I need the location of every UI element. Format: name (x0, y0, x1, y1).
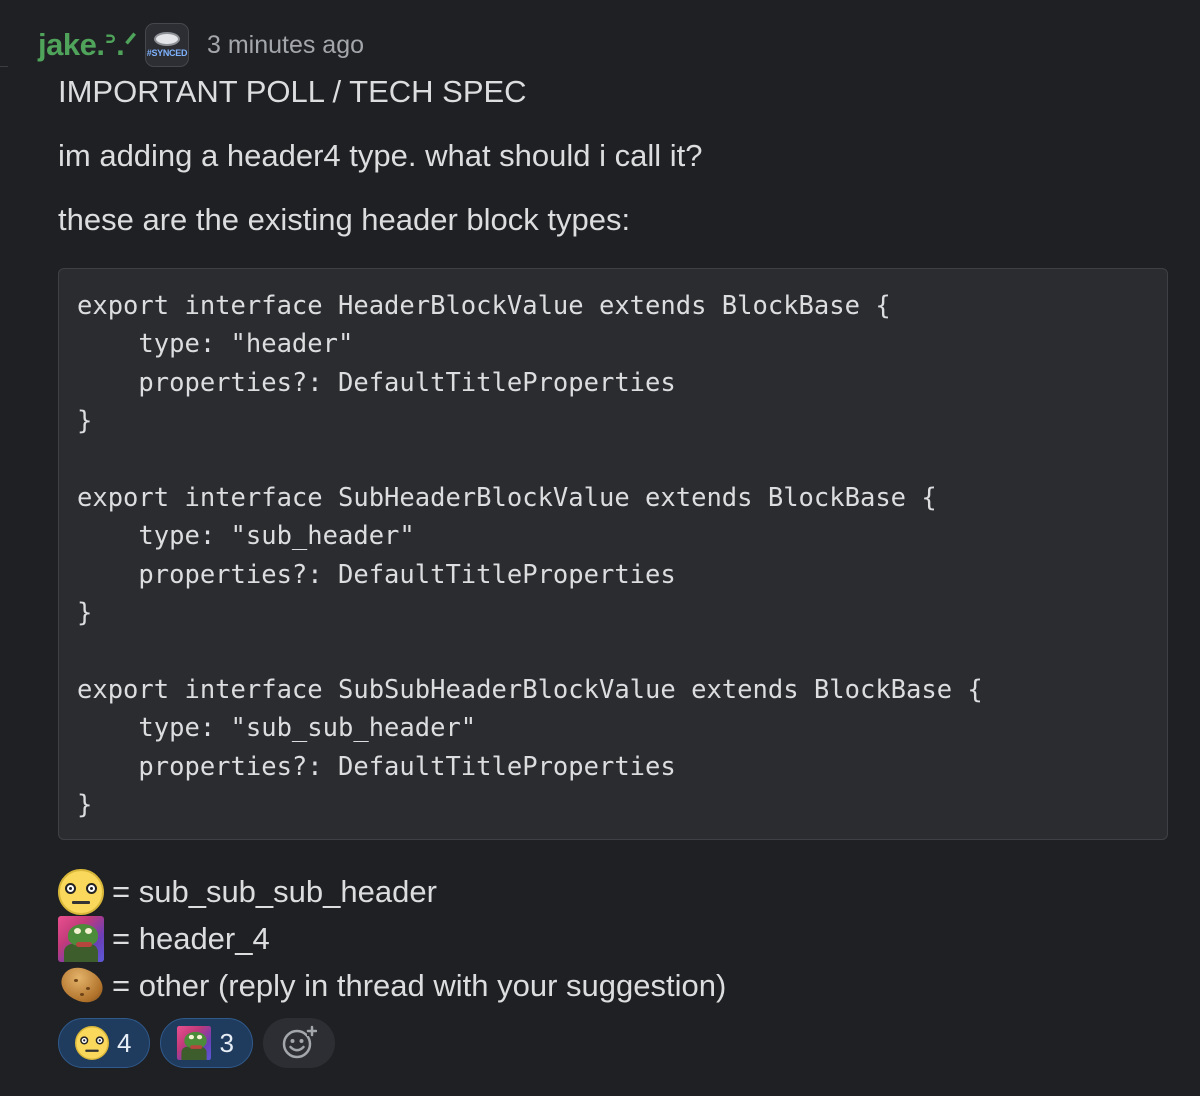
poll-option-sub-sub-sub-header: = sub_sub_sub_header (58, 869, 437, 915)
reaction-unimpressed-face[interactable]: 4 (58, 1018, 151, 1068)
unimpressed-face-emoji-icon (58, 869, 104, 915)
message-intro: these are the existing header block type… (58, 202, 631, 237)
potato-emoji-icon (55, 961, 109, 1009)
message-header: jake.ᐣ.ᐟ #SYNCED 3 minutes ago (38, 20, 364, 70)
code-block: export interface HeaderBlockValue extend… (58, 268, 1168, 840)
reaction-frog[interactable]: 3 (160, 1018, 253, 1068)
poll-option-header-4: = header_4 (58, 916, 270, 962)
code-text: export interface HeaderBlockValue extend… (77, 291, 983, 821)
message-question: im adding a header4 type. what should i … (58, 138, 703, 173)
timestamp[interactable]: 3 minutes ago (207, 31, 364, 60)
message-title: IMPORTANT POLL / TECH SPEC (58, 74, 527, 109)
badge-disc (153, 32, 180, 46)
unimpressed-face-emoji-icon (74, 1025, 110, 1061)
frog-emoji-icon (177, 1025, 212, 1061)
divider (0, 0, 8, 67)
author-name[interactable]: jake.ᐣ.ᐟ (38, 27, 137, 63)
reaction-count: 4 (117, 1027, 132, 1058)
poll-option-label: = other (reply in thread with your sugge… (112, 968, 727, 1003)
reactions-bar: 4 3 (58, 1018, 335, 1068)
add-reaction-icon (282, 1025, 317, 1059)
add-reaction-button[interactable] (262, 1018, 335, 1068)
reaction-count: 3 (219, 1027, 234, 1058)
synced-badge-icon[interactable]: #SYNCED (144, 23, 189, 67)
frog-emoji-icon (58, 916, 104, 962)
poll-option-other: = other (reply in thread with your sugge… (55, 961, 727, 1009)
badge-label: #SYNCED (146, 48, 188, 58)
poll-option-label: = header_4 (112, 921, 270, 956)
poll-option-label: = sub_sub_sub_header (112, 874, 437, 909)
